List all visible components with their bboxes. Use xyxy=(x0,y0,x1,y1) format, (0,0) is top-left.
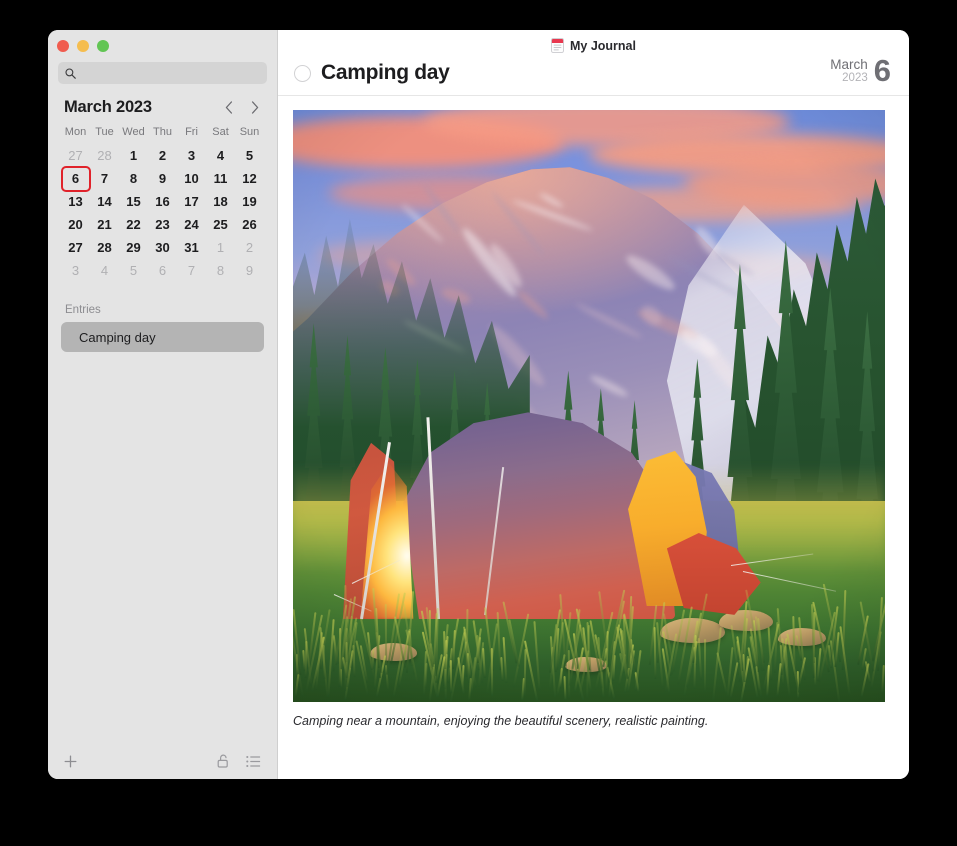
minimize-window-button[interactable] xyxy=(77,40,89,52)
calendar-day[interactable]: 23 xyxy=(148,213,177,236)
calendar-day[interactable]: 11 xyxy=(206,167,235,190)
calendar-day[interactable]: 26 xyxy=(235,213,264,236)
image-vignette xyxy=(293,110,885,702)
entry-caption: Camping near a mountain, enjoying the be… xyxy=(293,702,885,728)
calendar-day[interactable]: 18 xyxy=(206,190,235,213)
calendar-day[interactable]: 28 xyxy=(90,144,119,167)
calendar-weekday-wed: Wed xyxy=(119,126,148,144)
calendar-day[interactable]: 24 xyxy=(177,213,206,236)
calendar-day[interactable]: 8 xyxy=(119,167,148,190)
calendar-day[interactable]: 25 xyxy=(206,213,235,236)
calendar-day[interactable]: 2 xyxy=(148,144,177,167)
calendar-nav xyxy=(223,100,261,116)
sidebar-spacer xyxy=(48,352,277,743)
calendar-month-title: March 2023 xyxy=(64,98,152,117)
calendar-day-selected[interactable]: 6 xyxy=(61,167,90,190)
entry-date-badge: March 2023 6 xyxy=(830,57,891,85)
calendar: March 2023 Mon Tue Wed Thu Fri Sat Sun 27 28 1 2 3… xyxy=(48,84,277,282)
calendar-day[interactable]: 6 xyxy=(148,259,177,282)
calendar-day[interactable]: 13 xyxy=(61,190,90,213)
calendar-day[interactable]: 1 xyxy=(119,144,148,167)
entry-list-item[interactable]: Camping day xyxy=(61,322,264,352)
calendar-day[interactable]: 3 xyxy=(61,259,90,282)
calendar-day[interactable]: 19 xyxy=(235,190,264,213)
entry-body: Camping near a mountain, enjoying the be… xyxy=(278,96,909,779)
unlock-button[interactable] xyxy=(216,753,230,769)
calendar-day-grid: 27 28 1 2 3 4 5 6 7 8 9 10 11 12 13 14 15 16 17 18 19 20 21 22 2… xyxy=(61,144,264,282)
calendar-day[interactable]: 7 xyxy=(177,259,206,282)
maximize-window-button[interactable] xyxy=(97,40,109,52)
entry-date-month: March xyxy=(830,57,868,72)
sidebar-toolbar xyxy=(48,743,277,779)
calendar-day[interactable]: 28 xyxy=(90,236,119,259)
journal-window: March 2023 Mon Tue Wed Thu Fri Sat Sun 27 28 1 2 3… xyxy=(48,30,909,779)
calendar-day[interactable]: 5 xyxy=(119,259,148,282)
calendar-header: March 2023 xyxy=(61,98,264,117)
search-area xyxy=(48,52,277,84)
content-pane: My Journal Camping day March 2023 6 Camp… xyxy=(278,30,909,779)
add-entry-button[interactable] xyxy=(63,754,78,769)
calendar-day[interactable]: 20 xyxy=(61,213,90,236)
calendar-weekday-row: Mon Tue Wed Thu Fri Sat Sun xyxy=(61,126,264,144)
calendar-weekday-tue: Tue xyxy=(90,126,119,144)
calendar-day[interactable]: 7 xyxy=(90,167,119,190)
entry-title: Camping day xyxy=(321,61,450,85)
unlock-icon xyxy=(216,753,230,769)
calendar-day[interactable]: 4 xyxy=(90,259,119,282)
calendar-day[interactable]: 22 xyxy=(119,213,148,236)
entries-section-label: Entries xyxy=(61,282,277,322)
calendar-day[interactable]: 29 xyxy=(119,236,148,259)
calendar-day[interactable]: 9 xyxy=(235,259,264,282)
calendar-weekday-fri: Fri xyxy=(177,126,206,144)
entry-image[interactable] xyxy=(293,110,885,702)
sidebar: March 2023 Mon Tue Wed Thu Fri Sat Sun 27 28 1 2 3… xyxy=(48,30,278,779)
list-icon xyxy=(246,755,261,768)
entry-date-day: 6 xyxy=(874,58,891,84)
calendar-day[interactable]: 27 xyxy=(61,144,90,167)
calendar-day[interactable]: 30 xyxy=(148,236,177,259)
calendar-weekday-mon: Mon xyxy=(61,126,90,144)
calendar-day[interactable]: 17 xyxy=(177,190,206,213)
calendar-day[interactable]: 15 xyxy=(119,190,148,213)
window-traffic-lights xyxy=(48,30,277,52)
calendar-day[interactable]: 10 xyxy=(177,167,206,190)
close-window-button[interactable] xyxy=(57,40,69,52)
search-icon xyxy=(65,68,76,79)
calendar-weekday-thu: Thu xyxy=(148,126,177,144)
next-month-button[interactable] xyxy=(249,100,261,116)
calendar-weekday-sun: Sun xyxy=(235,126,264,144)
calendar-day[interactable]: 9 xyxy=(148,167,177,190)
search-input[interactable] xyxy=(81,67,260,79)
previous-month-button[interactable] xyxy=(223,100,235,116)
calendar-weekday-sat: Sat xyxy=(206,126,235,144)
calendar-day[interactable]: 31 xyxy=(177,236,206,259)
search-bar[interactable] xyxy=(58,62,267,84)
calendar-day[interactable]: 21 xyxy=(90,213,119,236)
entry-header: Camping day March 2023 6 xyxy=(278,30,909,96)
calendar-day[interactable]: 1 xyxy=(206,236,235,259)
calendar-day[interactable]: 3 xyxy=(177,144,206,167)
calendar-day[interactable]: 8 xyxy=(206,259,235,282)
calendar-day[interactable]: 27 xyxy=(61,236,90,259)
calendar-day[interactable]: 4 xyxy=(206,144,235,167)
entry-date-year: 2023 xyxy=(830,72,868,85)
entry-complete-checkbox[interactable] xyxy=(294,65,311,82)
calendar-day[interactable]: 16 xyxy=(148,190,177,213)
calendar-day[interactable]: 14 xyxy=(90,190,119,213)
calendar-day[interactable]: 5 xyxy=(235,144,264,167)
calendar-day[interactable]: 12 xyxy=(235,167,264,190)
calendar-day[interactable]: 2 xyxy=(235,236,264,259)
list-view-button[interactable] xyxy=(246,755,261,768)
entry-list: Camping day xyxy=(48,322,277,352)
